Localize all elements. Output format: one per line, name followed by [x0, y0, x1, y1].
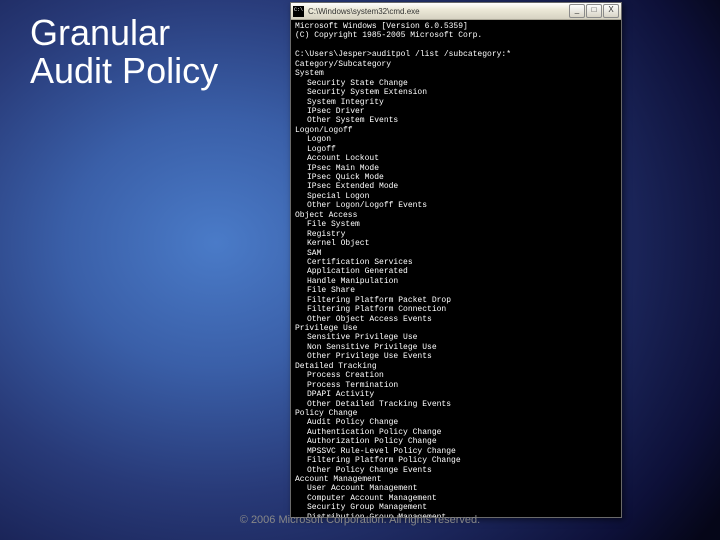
subcategory-line: Filtering Platform Packet Drop	[295, 296, 617, 305]
subcategory-line: DPAPI Activity	[295, 390, 617, 399]
category-line: Logon/Logoff	[295, 126, 617, 135]
category-line: Account Management	[295, 475, 617, 484]
slide-title: Granular Audit Policy	[30, 14, 218, 90]
subcategory-line: Special Logon	[295, 192, 617, 201]
cmd-window: C:\Windows\system32\cmd.exe _ □ X Micros…	[290, 2, 622, 518]
titlebar[interactable]: C:\Windows\system32\cmd.exe _ □ X	[291, 3, 621, 20]
window-title: C:\Windows\system32\cmd.exe	[308, 7, 569, 16]
subcategory-line: IPsec Extended Mode	[295, 182, 617, 191]
subcategory-line: Filtering Platform Policy Change	[295, 456, 617, 465]
cmd-icon	[293, 6, 304, 17]
minimize-button[interactable]: _	[569, 4, 585, 18]
maximize-button[interactable]: □	[586, 4, 602, 18]
subcategory-line: User Account Management	[295, 484, 617, 493]
subcategory-line: Process Creation	[295, 371, 617, 380]
window-buttons: _ □ X	[569, 4, 619, 18]
subcategory-line: MPSSVC Rule-Level Policy Change	[295, 447, 617, 456]
subcategory-line: Audit Policy Change	[295, 418, 617, 427]
category-line: Privilege Use	[295, 324, 617, 333]
subcategory-line: Application Generated	[295, 267, 617, 276]
subcategory-line: Security Group Management	[295, 503, 617, 512]
subcategory-line: SAM	[295, 249, 617, 258]
subcategory-line: Other System Events	[295, 116, 617, 125]
subcategory-line: Authorization Policy Change	[295, 437, 617, 446]
subcategory-line: Security System Extension	[295, 88, 617, 97]
subcategory-line: Sensitive Privilege Use	[295, 333, 617, 342]
terminal-output[interactable]: Microsoft Windows [Version 6.0.5359] (C)…	[291, 20, 621, 517]
category-line: Detailed Tracking	[295, 362, 617, 371]
subcategory-line: Logon	[295, 135, 617, 144]
title-line-1: Granular	[30, 12, 170, 53]
subcategory-line: Logoff	[295, 145, 617, 154]
subcategory-line: File System	[295, 220, 617, 229]
subcategory-line: File Share	[295, 286, 617, 295]
subcategory-line: Handle Manipulation	[295, 277, 617, 286]
subcategory-line: Process Termination	[295, 381, 617, 390]
subcategory-line: System Integrity	[295, 98, 617, 107]
slide: Granular Audit Policy C:\Windows\system3…	[0, 0, 720, 540]
category-line: System	[295, 69, 617, 78]
subcategory-line: Certification Services	[295, 258, 617, 267]
subcategory-line: Filtering Platform Connection	[295, 305, 617, 314]
title-line-2: Audit Policy	[30, 50, 218, 91]
subcategory-line: Other Object Access Events	[295, 315, 617, 324]
subcategory-line: Kernel Object	[295, 239, 617, 248]
subcategory-line: Other Detailed Tracking Events	[295, 400, 617, 409]
subcategory-line: Authentication Policy Change	[295, 428, 617, 437]
subcategory-line: Other Policy Change Events	[295, 466, 617, 475]
subcategory-line: Security State Change	[295, 79, 617, 88]
subcategory-line: Other Privilege Use Events	[295, 352, 617, 361]
subcategory-line: Registry	[295, 230, 617, 239]
subcategory-line: Non Sensitive Privilege Use	[295, 343, 617, 352]
category-line: Policy Change	[295, 409, 617, 418]
subcategory-line: Other Logon/Logoff Events	[295, 201, 617, 210]
subcategory-line: IPsec Driver	[295, 107, 617, 116]
category-line: Object Access	[295, 211, 617, 220]
subcategory-line: IPsec Quick Mode	[295, 173, 617, 182]
close-button[interactable]: X	[603, 4, 619, 18]
subcategory-line: IPsec Main Mode	[295, 164, 617, 173]
subcategory-line: Computer Account Management	[295, 494, 617, 503]
copyright-footer: © 2006 Microsoft Corporation. All rights…	[0, 514, 720, 526]
subcategory-line: Account Lockout	[295, 154, 617, 163]
